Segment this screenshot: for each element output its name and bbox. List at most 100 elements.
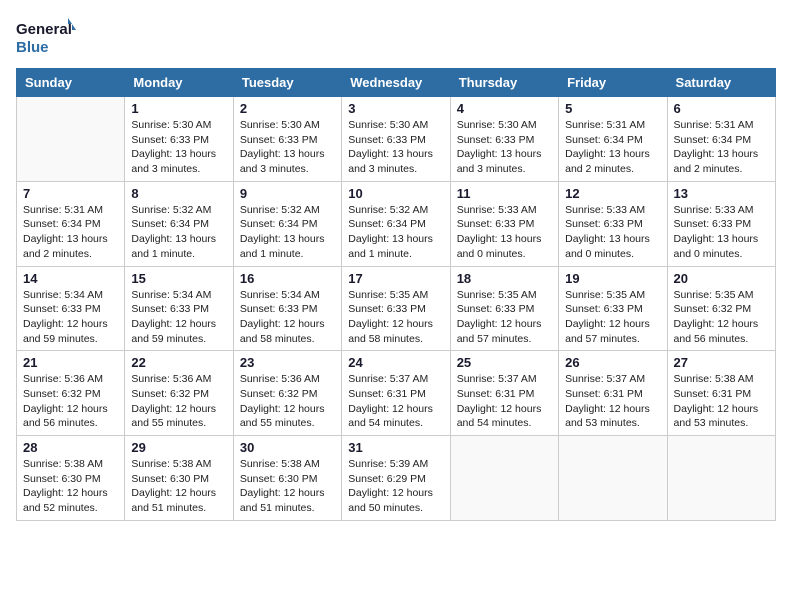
day-info: Sunrise: 5:34 AMSunset: 6:33 PMDaylight:… xyxy=(240,288,335,347)
day-info: Sunrise: 5:35 AMSunset: 6:32 PMDaylight:… xyxy=(674,288,769,347)
calendar-cell xyxy=(667,436,775,521)
calendar-cell: 31 Sunrise: 5:39 AMSunset: 6:29 PMDayligh… xyxy=(342,436,450,521)
day-info: Sunrise: 5:31 AMSunset: 6:34 PMDaylight:… xyxy=(565,118,660,177)
col-header-wednesday: Wednesday xyxy=(342,69,450,97)
day-number: 13 xyxy=(674,186,769,201)
day-info: Sunrise: 5:37 AMSunset: 6:31 PMDaylight:… xyxy=(457,372,552,431)
day-number: 20 xyxy=(674,271,769,286)
day-info: Sunrise: 5:39 AMSunset: 6:29 PMDaylight:… xyxy=(348,457,443,516)
day-info: Sunrise: 5:38 AMSunset: 6:30 PMDaylight:… xyxy=(131,457,226,516)
day-number: 1 xyxy=(131,101,226,116)
calendar-cell: 18 Sunrise: 5:35 AMSunset: 6:33 PMDayligh… xyxy=(450,266,558,351)
day-number: 15 xyxy=(131,271,226,286)
calendar-cell: 21 Sunrise: 5:36 AMSunset: 6:32 PMDayligh… xyxy=(17,351,125,436)
day-info: Sunrise: 5:32 AMSunset: 6:34 PMDaylight:… xyxy=(240,203,335,262)
calendar-cell: 22 Sunrise: 5:36 AMSunset: 6:32 PMDayligh… xyxy=(125,351,233,436)
day-info: Sunrise: 5:34 AMSunset: 6:33 PMDaylight:… xyxy=(131,288,226,347)
calendar-cell: 27Sunrise: 5:38 AMSunset: 6:31 PMDayligh… xyxy=(667,351,775,436)
col-header-thursday: Thursday xyxy=(450,69,558,97)
day-info: Sunrise: 5:30 AMSunset: 6:33 PMDaylight:… xyxy=(131,118,226,177)
day-number: 28 xyxy=(23,440,118,455)
svg-text:Blue: Blue xyxy=(16,39,49,56)
day-number: 29 xyxy=(131,440,226,455)
day-info: Sunrise: 5:35 AMSunset: 6:33 PMDaylight:… xyxy=(457,288,552,347)
day-info: Sunrise: 5:37 AMSunset: 6:31 PMDaylight:… xyxy=(565,372,660,431)
calendar-cell: 30 Sunrise: 5:38 AMSunset: 6:30 PMDayligh… xyxy=(233,436,341,521)
day-number: 18 xyxy=(457,271,552,286)
day-number: 5 xyxy=(565,101,660,116)
day-info: Sunrise: 5:36 AMSunset: 6:32 PMDaylight:… xyxy=(23,372,118,431)
day-info: Sunrise: 5:31 AMSunset: 6:34 PMDaylight:… xyxy=(674,118,769,177)
calendar-week-row: 21 Sunrise: 5:36 AMSunset: 6:32 PMDayligh… xyxy=(17,351,776,436)
page-header: General Blue xyxy=(16,16,776,56)
calendar-cell: 6 Sunrise: 5:31 AMSunset: 6:34 PMDaylight… xyxy=(667,97,775,182)
calendar-cell: 15 Sunrise: 5:34 AMSunset: 6:33 PMDayligh… xyxy=(125,266,233,351)
calendar-cell: 14 Sunrise: 5:34 AMSunset: 6:33 PMDayligh… xyxy=(17,266,125,351)
svg-text:General: General xyxy=(16,21,72,38)
day-info: Sunrise: 5:38 AMSunset: 6:30 PMDaylight:… xyxy=(23,457,118,516)
calendar-header-row: SundayMondayTuesdayWednesdayThursdayFrid… xyxy=(17,69,776,97)
day-info: Sunrise: 5:36 AMSunset: 6:32 PMDaylight:… xyxy=(131,372,226,431)
day-info: Sunrise: 5:38 AMSunset: 6:30 PMDaylight:… xyxy=(240,457,335,516)
col-header-tuesday: Tuesday xyxy=(233,69,341,97)
calendar-cell: 23Sunrise: 5:36 AMSunset: 6:32 PMDayligh… xyxy=(233,351,341,436)
calendar-cell: 19Sunrise: 5:35 AMSunset: 6:33 PMDayligh… xyxy=(559,266,667,351)
logo: General Blue xyxy=(16,16,76,56)
calendar-cell: 16 Sunrise: 5:34 AMSunset: 6:33 PMDayligh… xyxy=(233,266,341,351)
day-number: 2 xyxy=(240,101,335,116)
calendar-table: SundayMondayTuesdayWednesdayThursdayFrid… xyxy=(16,68,776,521)
day-info: Sunrise: 5:33 AMSunset: 6:33 PMDaylight:… xyxy=(674,203,769,262)
day-info: Sunrise: 5:33 AMSunset: 6:33 PMDaylight:… xyxy=(565,203,660,262)
calendar-cell: 12 Sunrise: 5:33 AMSunset: 6:33 PMDayligh… xyxy=(559,181,667,266)
day-info: Sunrise: 5:32 AMSunset: 6:34 PMDaylight:… xyxy=(131,203,226,262)
day-number: 22 xyxy=(131,355,226,370)
day-number: 31 xyxy=(348,440,443,455)
calendar-cell xyxy=(17,97,125,182)
calendar-cell: 25 Sunrise: 5:37 AMSunset: 6:31 PMDayligh… xyxy=(450,351,558,436)
calendar-cell: 10Sunrise: 5:32 AMSunset: 6:34 PMDayligh… xyxy=(342,181,450,266)
day-number: 14 xyxy=(23,271,118,286)
day-number: 30 xyxy=(240,440,335,455)
calendar-cell: 28 Sunrise: 5:38 AMSunset: 6:30 PMDayligh… xyxy=(17,436,125,521)
calendar-cell: 5 Sunrise: 5:31 AMSunset: 6:34 PMDaylight… xyxy=(559,97,667,182)
day-info: Sunrise: 5:30 AMSunset: 6:33 PMDaylight:… xyxy=(348,118,443,177)
day-info: Sunrise: 5:35 AMSunset: 6:33 PMDaylight:… xyxy=(348,288,443,347)
calendar-week-row: 28 Sunrise: 5:38 AMSunset: 6:30 PMDayligh… xyxy=(17,436,776,521)
day-number: 19 xyxy=(565,271,660,286)
col-header-friday: Friday xyxy=(559,69,667,97)
col-header-sunday: Sunday xyxy=(17,69,125,97)
day-info: Sunrise: 5:33 AMSunset: 6:33 PMDaylight:… xyxy=(457,203,552,262)
calendar-cell: 3 Sunrise: 5:30 AMSunset: 6:33 PMDaylight… xyxy=(342,97,450,182)
day-number: 25 xyxy=(457,355,552,370)
day-number: 6 xyxy=(674,101,769,116)
calendar-cell: 20 Sunrise: 5:35 AMSunset: 6:32 PMDayligh… xyxy=(667,266,775,351)
day-info: Sunrise: 5:37 AMSunset: 6:31 PMDaylight:… xyxy=(348,372,443,431)
calendar-cell: 24 Sunrise: 5:37 AMSunset: 6:31 PMDayligh… xyxy=(342,351,450,436)
calendar-cell xyxy=(450,436,558,521)
day-info: Sunrise: 5:34 AMSunset: 6:33 PMDaylight:… xyxy=(23,288,118,347)
day-number: 4 xyxy=(457,101,552,116)
day-number: 17 xyxy=(348,271,443,286)
day-number: 16 xyxy=(240,271,335,286)
day-info: Sunrise: 5:30 AMSunset: 6:33 PMDaylight:… xyxy=(240,118,335,177)
day-number: 3 xyxy=(348,101,443,116)
day-info: Sunrise: 5:36 AMSunset: 6:32 PMDaylight:… xyxy=(240,372,335,431)
calendar-cell: 1 Sunrise: 5:30 AMSunset: 6:33 PMDaylight… xyxy=(125,97,233,182)
day-number: 11 xyxy=(457,186,552,201)
day-number: 8 xyxy=(131,186,226,201)
day-number: 26 xyxy=(565,355,660,370)
calendar-cell xyxy=(559,436,667,521)
day-number: 24 xyxy=(348,355,443,370)
day-number: 21 xyxy=(23,355,118,370)
calendar-week-row: 14 Sunrise: 5:34 AMSunset: 6:33 PMDayligh… xyxy=(17,266,776,351)
day-number: 12 xyxy=(565,186,660,201)
calendar-week-row: 1 Sunrise: 5:30 AMSunset: 6:33 PMDaylight… xyxy=(17,97,776,182)
calendar-cell: 17 Sunrise: 5:35 AMSunset: 6:33 PMDayligh… xyxy=(342,266,450,351)
calendar-week-row: 7Sunrise: 5:31 AMSunset: 6:34 PMDaylight… xyxy=(17,181,776,266)
calendar-cell: 4Sunrise: 5:30 AMSunset: 6:33 PMDaylight… xyxy=(450,97,558,182)
calendar-cell: 7Sunrise: 5:31 AMSunset: 6:34 PMDaylight… xyxy=(17,181,125,266)
calendar-cell: 11 Sunrise: 5:33 AMSunset: 6:33 PMDayligh… xyxy=(450,181,558,266)
calendar-cell: 13 Sunrise: 5:33 AMSunset: 6:33 PMDayligh… xyxy=(667,181,775,266)
calendar-cell: 26 Sunrise: 5:37 AMSunset: 6:31 PMDayligh… xyxy=(559,351,667,436)
day-number: 9 xyxy=(240,186,335,201)
